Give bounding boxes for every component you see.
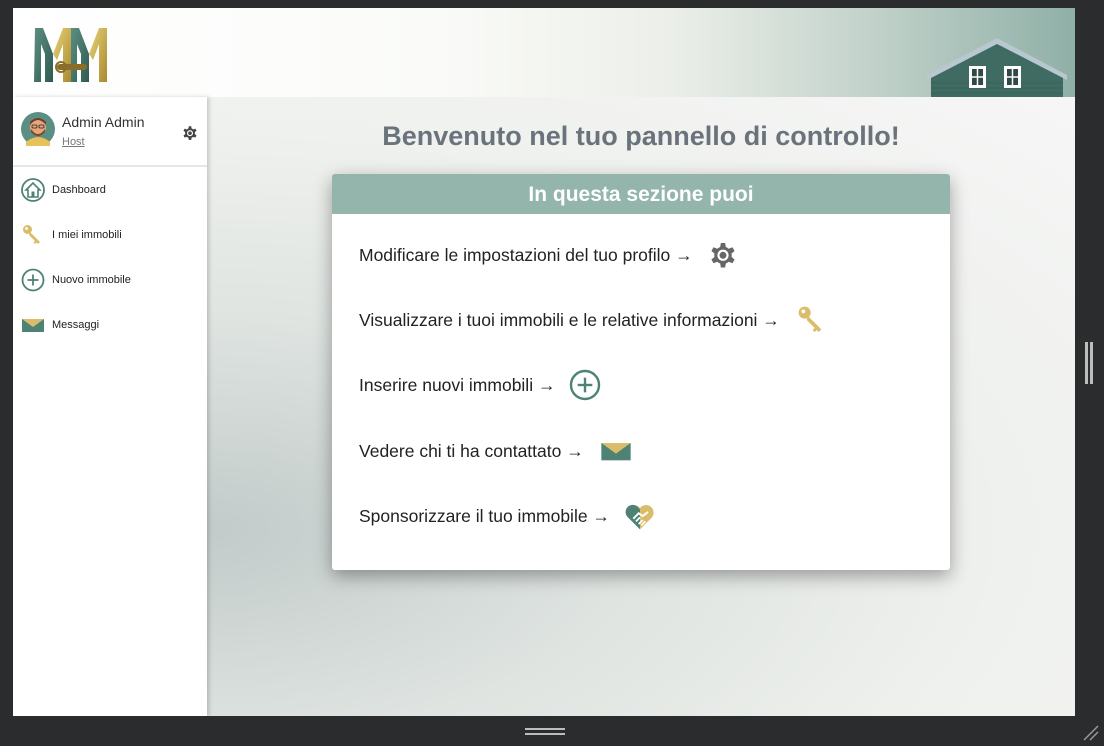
card-item-text: Vedere chi ti ha contattato → <box>359 440 584 461</box>
key-icon <box>23 225 40 244</box>
card-item-sponsor: Sponsorizzare il tuo immobile → <box>359 499 656 533</box>
sidebar-item-messages[interactable]: Messaggi <box>13 308 207 342</box>
mm-logo-icon[interactable] <box>31 20 111 86</box>
card-item-text: Modificare le impostazioni del tuo profi… <box>359 244 693 265</box>
card-item-messages: Vedere chi ti ha contattato → <box>359 434 632 468</box>
page-title: Benvenuto nel tuo pannello di controllo! <box>382 121 900 151</box>
card-title: In questa sezione puoi <box>332 174 950 214</box>
plus-circle-icon <box>21 268 45 292</box>
key-icon[interactable] <box>796 304 828 336</box>
card-item-text: Inserire nuovi immobili → <box>359 374 556 395</box>
header <box>13 8 1075 97</box>
avatar[interactable] <box>21 112 55 146</box>
gear-icon[interactable] <box>707 239 739 271</box>
plus-circle-icon[interactable] <box>569 369 601 401</box>
resize-corner-icon[interactable] <box>1080 722 1100 742</box>
card-item-settings: Modificare le impostazioni del tuo profi… <box>359 238 739 272</box>
sidebar-item-dashboard[interactable]: Dashboard <box>13 173 207 207</box>
info-card: In questa sezione puoi Modificare le imp… <box>332 174 950 570</box>
horizontal-resize-handle[interactable] <box>525 727 565 736</box>
vertical-resize-handle[interactable] <box>1083 342 1095 384</box>
user-role-link[interactable]: Host <box>62 136 85 148</box>
home-icon <box>21 178 45 202</box>
sidebar-item-label: I miei immobili <box>52 229 122 241</box>
handshake-heart-icon[interactable] <box>624 500 656 532</box>
card-item-text: Sponsorizzare il tuo immobile → <box>359 505 610 526</box>
user-profile: Admin Admin Host <box>13 97 207 167</box>
sidebar-item-label: Dashboard <box>52 184 106 196</box>
card-item-new-property: Inserire nuovi immobili → <box>359 368 601 402</box>
sidebar-item-my-properties[interactable]: I miei immobili <box>13 218 207 252</box>
sidebar-item-label: Messaggi <box>52 319 100 331</box>
sidebar-item-new-property[interactable]: Nuovo immobile <box>13 263 207 297</box>
envelope-icon <box>22 319 44 332</box>
user-name: Admin Admin <box>62 114 145 130</box>
card-item-properties: Visualizzare i tuoi immobili e le relati… <box>359 303 828 337</box>
sidebar-item-label: Nuovo immobile <box>52 274 131 286</box>
gear-icon[interactable] <box>181 124 199 142</box>
envelope-icon[interactable] <box>600 435 632 467</box>
card-item-text: Visualizzare i tuoi immobili e le relati… <box>359 309 780 330</box>
app-window: Admin Admin Host Dashboard I miei immobi… <box>13 8 1075 716</box>
house-icon <box>927 38 1067 97</box>
sidebar: Admin Admin Host Dashboard I miei immobi… <box>13 97 207 716</box>
main-content: Benvenuto nel tuo pannello di controllo!… <box>207 97 1075 716</box>
